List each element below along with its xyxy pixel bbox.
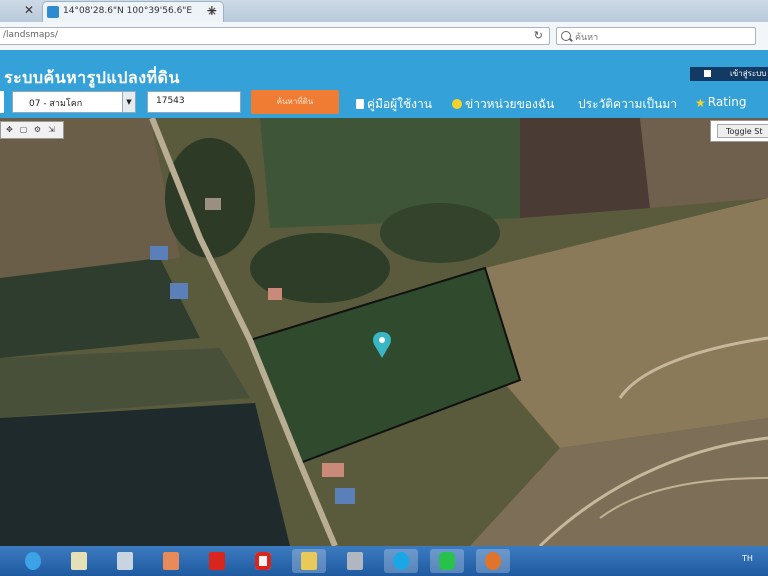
manual-icon — [356, 99, 364, 109]
navigation-bar: /landsmaps/ ↻ ค้นหา — [0, 22, 768, 51]
pdf-icon[interactable] — [200, 549, 234, 573]
menu-my-unit-news[interactable]: ข่าวหน่วยของฉัน — [452, 95, 554, 114]
photos-icon[interactable] — [154, 549, 188, 573]
district-value: 07 - สามโคก — [29, 99, 83, 109]
browser-tab-strip: ✕ 14°08'28.6"N 100°39'56.6"E × + — [0, 0, 768, 22]
district-select[interactable]: 07 - สามโคก ▼ — [12, 91, 136, 113]
maps-favicon-icon — [47, 6, 59, 18]
share-icon[interactable]: ⇲ — [47, 125, 56, 134]
page-title: ระบบค้นหารูปแปลงที่ดิน — [4, 68, 180, 87]
reload-icon[interactable]: ↻ — [534, 29, 543, 42]
satellite-map[interactable]: ✥ ▢ ⚙ ⇲ Toggle St — [0, 118, 768, 546]
firefox-icon[interactable] — [476, 549, 510, 573]
menu-rating[interactable]: ★ Rating — [695, 95, 746, 110]
language-indicator[interactable]: TH — [742, 554, 753, 563]
menu-user-manual[interactable]: คู่มือผู้ใช้งาน — [356, 95, 432, 114]
toggle-street-view-button[interactable]: Toggle St — [717, 124, 768, 138]
checkbox-icon — [704, 70, 711, 77]
new-tab-button[interactable]: + — [206, 3, 218, 19]
folder-icon[interactable] — [292, 549, 326, 573]
acrobat-icon[interactable] — [246, 549, 280, 573]
search-land-button[interactable]: ค้นหาที่ดิน — [251, 90, 339, 114]
browser-tab[interactable]: 14°08'28.6"N 100°39'56.6"E × — [42, 1, 224, 22]
map-pin-icon[interactable] — [372, 330, 392, 358]
windows-taskbar: TH — [0, 546, 768, 576]
close-icon[interactable]: ✕ — [22, 3, 36, 17]
chevron-down-icon[interactable]: ▼ — [122, 92, 135, 112]
pan-icon[interactable]: ✥ — [5, 125, 14, 134]
skype-icon[interactable] — [384, 549, 418, 573]
menu-history[interactable]: ประวัติความเป็นมา — [578, 95, 677, 114]
toggle-street-view-box: Toggle St — [710, 120, 768, 142]
login-button[interactable]: เข้าสู่ระบบ | R — [690, 67, 768, 81]
calculator-icon[interactable] — [108, 549, 142, 573]
gear-icon[interactable]: ⚙ — [33, 125, 42, 134]
app-header: ระบบค้นหารูปแปลงที่ดิน เข้าสู่ระบบ | R 0… — [0, 50, 768, 118]
smiley-icon — [452, 99, 462, 109]
search-placeholder: ค้นหา — [575, 33, 599, 43]
parcel-number-input[interactable]: 17543 — [147, 91, 241, 113]
browser-search-input[interactable]: ค้นหา — [556, 27, 756, 45]
star-icon: ★ — [695, 96, 706, 110]
line-icon[interactable] — [430, 549, 464, 573]
map-toolbar: ✥ ▢ ⚙ ⇲ — [0, 121, 64, 139]
printer-icon[interactable] — [338, 549, 372, 573]
province-select[interactable] — [0, 91, 4, 113]
square-icon[interactable]: ▢ — [19, 125, 28, 134]
tab-title: 14°08'28.6"N 100°39'56.6"E — [63, 6, 193, 16]
parcel-number-value: 17543 — [156, 96, 185, 106]
file-manager-icon[interactable] — [62, 549, 96, 573]
search-icon — [561, 31, 571, 41]
url-text: /landsmaps/ — [3, 30, 58, 40]
address-bar[interactable]: /landsmaps/ ↻ — [0, 27, 550, 45]
ie-icon[interactable] — [16, 549, 50, 573]
